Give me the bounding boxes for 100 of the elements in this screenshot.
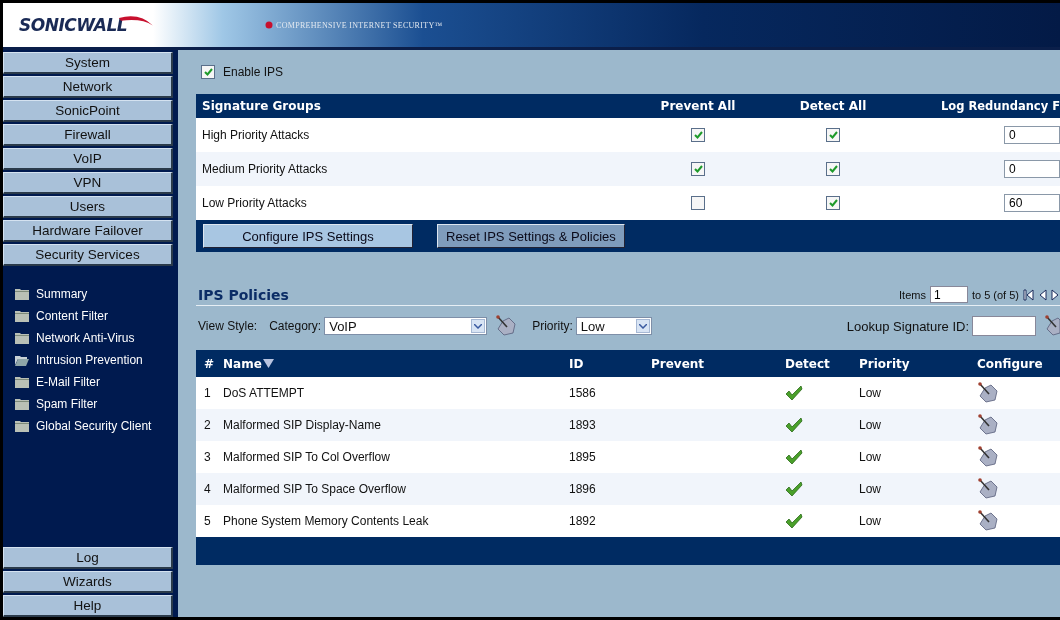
sort-icon[interactable] (262, 359, 274, 368)
table-cell-text: Medium Priority Attacks (201, 162, 329, 176)
detect-checkbox[interactable] (826, 162, 840, 176)
table-cell-text: Malformed SIP Display-Name (223, 418, 382, 432)
folder-icon (15, 420, 29, 432)
submenu-item[interactable]: Global Security Client (15, 417, 175, 435)
action-button[interactable]: Configure IPS Settings (203, 224, 413, 248)
column-header: Log Redundancy F (939, 99, 1060, 113)
items-label: Items (899, 288, 926, 301)
submenu-item[interactable]: Summary (15, 285, 175, 303)
table-cell-text: 3 (203, 450, 212, 464)
table-cell-text: Low (859, 418, 882, 432)
nav-button[interactable]: Log (3, 547, 173, 569)
column-header: Configure (976, 356, 1044, 371)
submenu-item[interactable]: E-Mail Filter (15, 373, 175, 391)
column-header: # (203, 356, 216, 371)
input-field[interactable]: 0 (1004, 126, 1060, 144)
nav-button[interactable]: Network (3, 76, 173, 98)
nav-button[interactable]: SonicPoint (3, 100, 173, 122)
submenu-item[interactable]: Content Filter (15, 307, 175, 325)
table-cell-text: 2 (203, 418, 212, 432)
lookup-field[interactable] (972, 316, 1036, 336)
nav-button[interactable]: VPN (3, 172, 173, 194)
enable-checkbox[interactable] (201, 65, 215, 79)
detect-checkbox[interactable] (826, 128, 840, 142)
column-header: Detect All (798, 99, 868, 113)
action-button[interactable]: Reset IPS Settings & Policies (437, 224, 625, 248)
edit-notepad-icon[interactable] (1044, 315, 1060, 337)
previous-page-icon[interactable] (1038, 288, 1047, 301)
table-cell-text: DoS ATTEMPT (223, 386, 306, 400)
filter-label: Lookup Signature ID: (846, 318, 969, 334)
edit-notepad-icon[interactable] (977, 382, 999, 404)
column-header: ID (569, 356, 585, 371)
prevent-checkbox[interactable] (691, 196, 705, 210)
folder-icon (15, 398, 29, 410)
table-cell-text: 1896 (569, 482, 597, 496)
column-header: Priority (859, 356, 911, 371)
edit-notepad-icon[interactable] (977, 510, 999, 532)
edit-notepad-icon[interactable] (977, 478, 999, 500)
nav-button[interactable]: Users (3, 196, 173, 218)
submenu-item[interactable]: Spam Filter (15, 395, 175, 413)
first-page-icon[interactable] (1023, 288, 1034, 301)
nav-button[interactable]: Hardware Failover (3, 220, 173, 242)
input-field[interactable]: 1 (929, 286, 968, 303)
table-cell-text: High Priority Attacks (201, 128, 311, 142)
column-header: Detect (784, 356, 831, 371)
table-cell-text: Low (859, 514, 882, 528)
detect-checkbox[interactable] (826, 196, 840, 210)
logo: SONICWALL (19, 15, 128, 35)
filter-label: Priority: (532, 319, 573, 333)
bullet-icon (265, 21, 273, 29)
priority-dropdown[interactable]: Low (575, 317, 652, 335)
prevent-checkbox[interactable] (691, 128, 705, 142)
caret-icon (474, 323, 483, 329)
submenu-item[interactable]: Intrusion Prevention (15, 351, 175, 369)
input-field[interactable]: 60 (1004, 194, 1060, 212)
range-label: to 5 (of 5) (971, 288, 1019, 301)
table-cell-text: 1892 (569, 514, 597, 528)
next-page-icon[interactable] (1051, 288, 1060, 301)
folder-icon (15, 332, 29, 344)
table-cell-text: 5 (203, 514, 212, 528)
category-dropdown[interactable]: VoIP (324, 317, 488, 335)
nav-button[interactable]: Security Services (3, 244, 173, 266)
filter-label: View Style: (198, 319, 258, 333)
table-cell-text: Malformed SIP To Space Overflow (223, 482, 407, 496)
table-cell-text: 1 (203, 386, 212, 400)
table-cell-text: Low (859, 482, 882, 496)
folder-icon (15, 288, 29, 300)
column-header: Prevent All (659, 99, 737, 113)
input-field[interactable]: 0 (1004, 160, 1060, 178)
table-cell-text: Malformed SIP To Col Overflow (223, 450, 391, 464)
caret-icon (638, 323, 647, 329)
table-cell-text: Low (859, 386, 882, 400)
checkbox-label: Enable IPS (223, 65, 284, 79)
table-cell-text: 1893 (569, 418, 597, 432)
table-cell-text: Phone System Memory Contents Leak (223, 514, 430, 528)
nav-button[interactable]: VoIP (3, 148, 173, 170)
section-title: IPS Policies (197, 287, 289, 303)
table-cell-text: Low (859, 450, 882, 464)
table-cell-text: 1586 (569, 386, 597, 400)
open-folder-icon (15, 354, 29, 366)
edit-notepad-icon[interactable] (977, 414, 999, 436)
table-cell-text: 4 (203, 482, 212, 496)
column-header: Prevent (651, 356, 706, 371)
column-header: Name (223, 356, 262, 371)
folder-icon (15, 310, 29, 322)
table-cell-text: Low Priority Attacks (201, 196, 308, 210)
column-header: Signature Groups (201, 99, 322, 113)
table-cell-text: 1895 (569, 450, 597, 464)
nav-button[interactable]: System (3, 52, 173, 74)
nav-button[interactable]: Firewall (3, 124, 173, 146)
edit-notepad-icon[interactable] (495, 315, 518, 337)
tagline: COMPREHENSIVE INTERNET SECURITY™ (276, 20, 443, 30)
nav-button[interactable]: Wizards (3, 571, 173, 593)
filter-label: Category: (269, 319, 322, 333)
edit-notepad-icon[interactable] (977, 446, 999, 468)
folder-icon (15, 376, 29, 388)
prevent-checkbox[interactable] (691, 162, 705, 176)
submenu-item[interactable]: Network Anti-Virus (15, 329, 175, 347)
nav-button[interactable]: Help (3, 595, 173, 617)
